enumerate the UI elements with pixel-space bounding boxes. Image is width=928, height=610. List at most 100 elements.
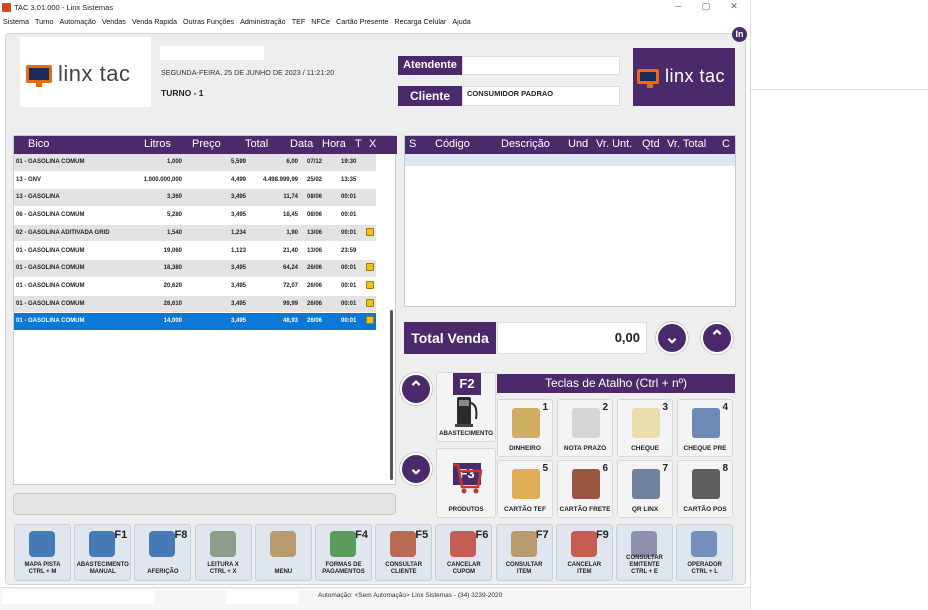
col-preco[interactable]: Preço bbox=[192, 138, 221, 150]
menu-item-7[interactable]: TEF bbox=[292, 17, 306, 26]
menu-item-2[interactable]: Automação bbox=[59, 17, 95, 26]
pump-status-icon bbox=[366, 263, 374, 272]
cell-hora: 00:01 bbox=[341, 265, 357, 272]
cell-bico: 13 - GASOLINA bbox=[16, 194, 60, 201]
toolbar-menu-button[interactable]: MENU bbox=[254, 524, 312, 581]
menu-item-3[interactable]: Vendas bbox=[102, 17, 126, 26]
col-descricao[interactable]: Descrição bbox=[501, 138, 550, 150]
table-scrollbar[interactable] bbox=[390, 310, 393, 480]
maximize-button[interactable]: ▢ bbox=[693, 0, 719, 14]
col-codigo[interactable]: Código bbox=[435, 138, 470, 150]
col-qtd[interactable]: Qtd bbox=[642, 138, 660, 150]
menu-item-4[interactable]: Venda Rapida bbox=[132, 17, 177, 26]
shortcut-nota-prazo-button[interactable]: 2 NOTA PRAZO bbox=[557, 399, 613, 457]
toolbar-icon bbox=[390, 531, 417, 557]
menu-item-9[interactable]: Cartão Presente bbox=[336, 17, 388, 26]
cell-total: 72,07 bbox=[282, 282, 298, 289]
toolbar-consultar-button[interactable]: F5 CONSULTAR CLIENTE bbox=[375, 524, 433, 581]
cell-hora: 00:01 bbox=[341, 194, 357, 201]
table-row[interactable]: 01 - GASOLINA COMUM 28,610 3,495 99,99 26/06… bbox=[14, 295, 376, 314]
table-row[interactable]: 01 - GASOLINA COMUM 18,380 3,495 64,24 26/06… bbox=[14, 260, 376, 278]
toolbar-formas-de-button[interactable]: F4 FORMAS DE PAGAMENTOS bbox=[315, 524, 372, 581]
scroll-up-button[interactable]: ⌃ bbox=[701, 322, 733, 354]
toolbar-icon bbox=[29, 531, 55, 557]
cell-data: 07/12 bbox=[307, 159, 323, 165]
toolbar-cancelar-button[interactable]: F9 CANCELAR ITEM bbox=[555, 524, 613, 581]
cell-data: 13/06 bbox=[307, 229, 323, 236]
toolbar-abastecimento-button[interactable]: F1 ABASTECIMENTO MANUAL bbox=[74, 524, 132, 581]
cell-preco: 3,495 bbox=[230, 194, 246, 201]
col-x[interactable]: X bbox=[369, 138, 376, 150]
cell-hora: 00:01 bbox=[341, 282, 357, 289]
datetime-label: SEGUNDA-FEIRA, 25 DE JUNHO DE 2023 / 11:… bbox=[161, 68, 335, 77]
shortcut-cart-o-frete-button[interactable]: 6 CARTÃO FRETE bbox=[557, 460, 613, 518]
logo-linx-tac: linx tac bbox=[20, 37, 151, 107]
payment-icon bbox=[632, 469, 660, 499]
cell-total: 64,24 bbox=[282, 265, 298, 272]
col-und[interactable]: Und bbox=[568, 138, 588, 150]
menu-item-8[interactable]: NFCe bbox=[311, 17, 330, 26]
table-row[interactable]: 13 - GNV 1.000.000,000 4,499 4.498.999,99 25… bbox=[14, 172, 376, 190]
cell-data: 26/06 bbox=[307, 300, 323, 307]
produtos-button[interactable]: F3 PRODUTOS bbox=[436, 448, 496, 518]
toolbar-operador-button[interactable]: OPERADOR CTRL + L bbox=[676, 524, 734, 581]
toolbar-aferi-o-button[interactable]: F8 AFERIÇÃO bbox=[134, 524, 192, 581]
status-message-box bbox=[13, 493, 396, 515]
col-litros[interactable]: Litros bbox=[144, 138, 171, 150]
menu-item-10[interactable]: Recarga Celular bbox=[394, 17, 446, 26]
toolbar-icon bbox=[209, 531, 236, 557]
toolbar-leitura-x-button[interactable]: LEITURA X CTRL + X bbox=[194, 524, 252, 581]
shortcut-cheque-pre-button[interactable]: 4 CHEQUE PRE bbox=[677, 399, 733, 457]
close-button[interactable]: ✕ bbox=[721, 0, 747, 14]
shortcut-qr-linx-button[interactable]: 7 QR LINX bbox=[617, 460, 673, 518]
col-t[interactable]: T bbox=[355, 138, 362, 150]
col-vr-unt[interactable]: Vr. Unt. bbox=[596, 138, 632, 150]
shortcut-cart-o-pos-button[interactable]: 8 CARTÃO POS bbox=[677, 460, 733, 518]
col-hora[interactable]: Hora bbox=[322, 138, 346, 150]
shortcut-cart-o-tef-button[interactable]: 5 CARTÃO TEF bbox=[497, 460, 553, 518]
menu-item-5[interactable]: Outras Funções bbox=[183, 17, 234, 26]
toolbar-consultar-button[interactable]: CONSULTAR EMITENTE CTRL + E bbox=[616, 524, 673, 581]
col-bico[interactable]: Bico bbox=[28, 138, 49, 150]
cliente-label: Cliente bbox=[398, 86, 462, 106]
app-icon bbox=[2, 2, 11, 12]
table-row[interactable]: 13 - GASOLINA 3,360 3,495 11,74 08/06 00:01 bbox=[14, 189, 376, 208]
col-data[interactable]: Data bbox=[290, 138, 313, 150]
toolbar-consultar-button[interactable]: F7 CONSULTAR ITEM bbox=[495, 524, 553, 581]
menu-item-6[interactable]: Administração bbox=[240, 17, 286, 26]
menu-item-0[interactable]: Sistema bbox=[3, 17, 29, 26]
col-vr-total[interactable]: Vr. Total bbox=[667, 138, 706, 150]
table-scroll-down-button[interactable]: ⌄ bbox=[400, 453, 432, 485]
shortcut-cheque-button[interactable]: 3 CHEQUE bbox=[617, 399, 673, 457]
cliente-field[interactable]: CONSUMIDOR PADRAO bbox=[462, 86, 620, 106]
menu-item-11[interactable]: Ajuda bbox=[452, 17, 470, 26]
table-row[interactable]: 01 - GASOLINA COMUM 19,060 1,123 21,40 13/06… bbox=[14, 243, 376, 261]
table-row[interactable]: 02 - GASOLINA ADITIVADA GRID 1,540 1,234 1,… bbox=[14, 224, 376, 243]
atendente-field[interactable] bbox=[462, 56, 620, 75]
toolbar-mapa-pista-button[interactable]: MAPA PISTA CTRL + M bbox=[14, 524, 71, 581]
table-row[interactable]: 01 - GASOLINA COMUM 14,000 3,495 48,93 26/06… bbox=[14, 313, 376, 331]
col-c[interactable]: C bbox=[722, 138, 730, 150]
table-row[interactable]: 01 - GASOLINA COMUM 20,620 3,495 72,07 26/06… bbox=[14, 278, 376, 296]
menu-bar: Sistema Turno Automação Vendas Venda Rapida O… bbox=[0, 14, 750, 28]
scroll-down-button[interactable]: ⌄ bbox=[656, 322, 688, 354]
table-row[interactable]: 01 - GASOLINA COMUM 1,000 5,599 6,00 07/12 19… bbox=[14, 154, 376, 172]
toolbar-icon bbox=[330, 531, 356, 557]
cell-total: 18,45 bbox=[282, 212, 298, 219]
cell-bico: 02 - GASOLINA ADITIVADA GRID bbox=[16, 229, 110, 236]
cell-data: 26/06 bbox=[307, 318, 323, 325]
toolbar-cancelar-button[interactable]: F6 CANCELAR CUPOM bbox=[435, 524, 493, 581]
table-row[interactable]: 06 - GASOLINA COMUM 5,280 3,495 18,45 08/06 0… bbox=[14, 207, 376, 225]
menu-item-1[interactable]: Turno bbox=[35, 17, 54, 26]
pump-status-icon bbox=[366, 298, 374, 307]
shopping-cart-icon bbox=[453, 463, 483, 494]
shortcut-dinheiro-button[interactable]: 1 DINHEIRO bbox=[497, 399, 553, 457]
itens-row-empty[interactable] bbox=[405, 154, 735, 166]
abastecimento-button[interactable]: F2 ABASTECIMENTO bbox=[436, 372, 496, 442]
col-total[interactable]: Total bbox=[245, 138, 268, 150]
col-s[interactable]: S bbox=[409, 138, 416, 150]
cell-litros: 1.000.000,000 bbox=[143, 176, 182, 183]
minimize-button[interactable]: ─ bbox=[665, 0, 691, 14]
cell-hora: 00:01 bbox=[341, 212, 357, 219]
table-scroll-up-button[interactable]: ⌃ bbox=[400, 373, 432, 405]
